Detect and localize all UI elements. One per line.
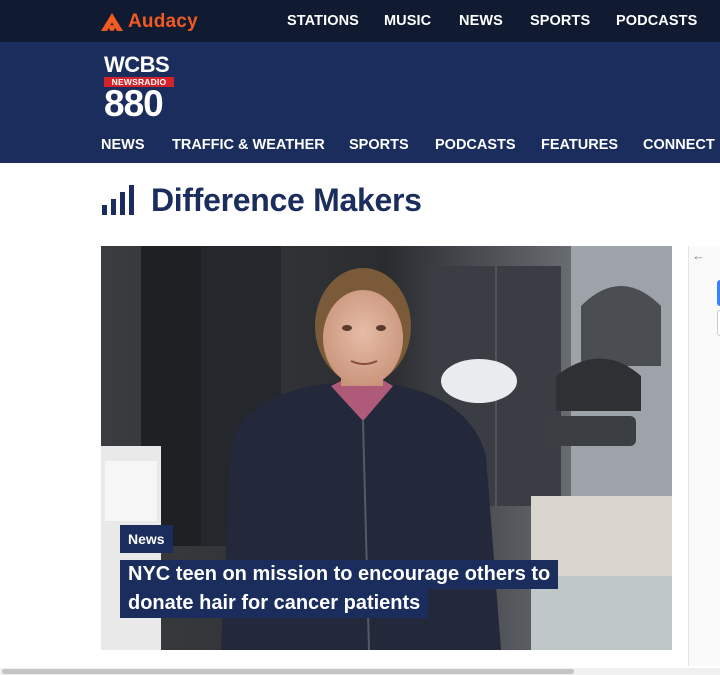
signal-bars-icon [102,185,134,215]
station-nav-traffic-weather[interactable]: TRAFFIC & WEATHER [172,137,325,153]
scrollbar-thumb[interactable] [2,669,574,674]
section-title: Difference Makers [151,181,422,218]
network-nav-podcasts[interactable]: PODCASTS [616,13,697,29]
story-headline-line: donate hair for cancer patients [120,589,429,618]
story-category-badge[interactable]: News [120,525,173,553]
station-nav-connect[interactable]: CONNECT [643,137,715,153]
carousel-next-panel [688,246,720,666]
network-top-bar: Audacy STATIONS MUSIC NEWS SPORTS PODCAS… [0,0,720,42]
station-nav-sports[interactable]: SPORTS [349,137,409,153]
station-nav-podcasts[interactable]: PODCASTS [435,137,516,153]
network-nav-stations[interactable]: STATIONS [287,13,359,29]
network-nav: STATIONS MUSIC NEWS SPORTS PODCASTS [0,0,720,42]
story-headline[interactable]: NYC teen on mission to encourage others … [120,560,600,618]
section-heading: Difference Makers [101,180,422,220]
station-header: WCBS NEWSRADIO 880 NEWS TRAFFIC & WEATHE… [0,42,720,163]
station-nav-features[interactable]: FEATURES [541,137,618,153]
station-nav-news[interactable]: NEWS [101,137,145,153]
station-frequency: 880 [104,83,164,124]
network-nav-news[interactable]: NEWS [459,13,503,29]
arrow-left-icon[interactable]: ← [692,248,705,263]
story-headline-line: NYC teen on mission to encourage others … [120,560,559,589]
network-nav-sports[interactable]: SPORTS [530,13,590,29]
featured-story-card[interactable]: News NYC teen on mission to encourage ot… [101,246,672,650]
network-nav-music[interactable]: MUSIC [384,13,431,29]
station-logo[interactable]: WCBS NEWSRADIO 880 [104,52,176,124]
station-call-letters: WCBS [104,52,170,77]
horizontal-scrollbar[interactable] [0,668,720,675]
